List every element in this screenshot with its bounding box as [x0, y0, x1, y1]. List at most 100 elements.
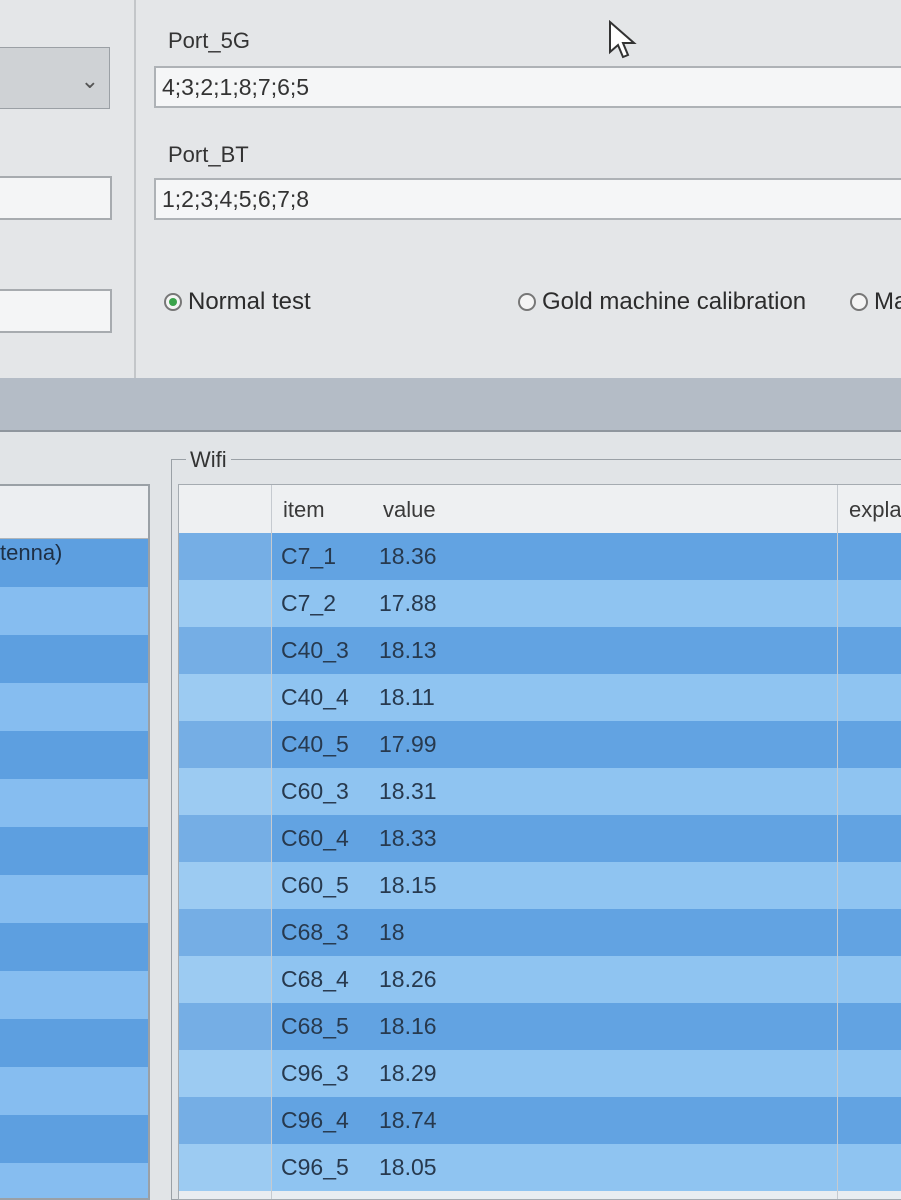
left-list-header: [0, 486, 148, 539]
cell-value: 18.36: [379, 543, 437, 569]
row-indicator-cell: [179, 627, 271, 674]
table-row[interactable]: C60_5 18.15: [179, 862, 901, 909]
cell-item: C40_4: [281, 684, 349, 710]
column-header-item[interactable]: item: [283, 497, 325, 523]
cell-item: C60_3: [281, 778, 349, 804]
cell-item: C7_1: [281, 543, 336, 569]
panel-divider: [134, 0, 136, 378]
table-row[interactable]: C68_5 18.16: [179, 1003, 901, 1050]
radio-unselected-icon[interactable]: [518, 293, 536, 311]
radio-gold-machine-calibration-label: Gold machine calibration: [542, 288, 807, 315]
cell-value: 18.16: [379, 1013, 437, 1039]
table-row[interactable]: C68_3 18: [179, 909, 901, 956]
row-indicator-cell: [179, 815, 271, 862]
table-row[interactable]: C60_4 18.33: [179, 815, 901, 862]
list-item[interactable]: [0, 1115, 148, 1163]
left-input-1[interactable]: [0, 176, 112, 220]
list-item[interactable]: [0, 827, 148, 875]
chevron-down-icon[interactable]: ⌄: [81, 68, 99, 94]
table-row[interactable]: C7_2 17.88: [179, 580, 901, 627]
list-item[interactable]: [0, 1019, 148, 1067]
row-indicator-cell: [179, 1097, 271, 1144]
list-item[interactable]: [0, 635, 148, 683]
table-row[interactable]: C40_4 18.11: [179, 674, 901, 721]
radio-ma-label: Ma: [874, 288, 901, 315]
cell-value: 18.33: [379, 825, 437, 851]
list-item[interactable]: [0, 731, 148, 779]
cell-value: 18.05: [379, 1154, 437, 1180]
list-item[interactable]: [0, 971, 148, 1019]
list-item[interactable]: [0, 587, 148, 635]
cell-value: 18.74: [379, 1107, 437, 1133]
table-row[interactable]: C40_5 17.99: [179, 721, 901, 768]
list-item[interactable]: [0, 875, 148, 923]
config-panel: ⌄ Port_5G 4;3;2;1;8;7;6;5 Port_BT 1;2;3;…: [0, 0, 901, 378]
radio-ma[interactable]: Ma: [850, 288, 901, 316]
list-item[interactable]: [0, 1067, 148, 1115]
cell-item: C96_5: [281, 1154, 349, 1180]
wifi-results-table[interactable]: item value expla C7_1 18.36 C7_2 17.88 C40_3…: [178, 484, 901, 1200]
cell-value: 18.26: [379, 966, 437, 992]
list-item[interactable]: [0, 923, 148, 971]
cell-item: C40_3: [281, 637, 349, 663]
table-row[interactable]: C96_4 18.74: [179, 1097, 901, 1144]
column-divider: [837, 485, 838, 1199]
column-divider: [271, 485, 272, 1199]
cell-value: 18: [379, 919, 405, 945]
cell-value: 18.15: [379, 872, 437, 898]
table-header: item value expla: [179, 485, 901, 534]
cell-value: 18.13: [379, 637, 437, 663]
table-row[interactable]: C60_3 18.31: [179, 768, 901, 815]
toolbar-band: [0, 378, 901, 430]
left-results-list[interactable]: [0, 484, 150, 1200]
radio-normal-test-label: Normal test: [188, 288, 311, 315]
wifi-group-title: Wifi: [186, 447, 231, 473]
port-bt-input[interactable]: 1;2;3;4;5;6;7;8: [154, 178, 901, 220]
row-indicator-cell: [179, 580, 271, 627]
cell-value: 18.29: [379, 1060, 437, 1086]
row-indicator-cell: [179, 768, 271, 815]
left-dropdown[interactable]: ⌄: [0, 47, 110, 109]
row-indicator-cell: [179, 674, 271, 721]
radio-gold-machine-calibration[interactable]: Gold machine calibration: [518, 288, 806, 316]
row-indicator-cell: [179, 1050, 271, 1097]
cell-item: C96_3: [281, 1060, 349, 1086]
list-item[interactable]: [0, 1163, 148, 1198]
table-row[interactable]: C96_3 18.29: [179, 1050, 901, 1097]
list-item[interactable]: [0, 779, 148, 827]
cell-item: C60_5: [281, 872, 349, 898]
cell-value: 18.31: [379, 778, 437, 804]
cell-value: 17.88: [379, 590, 437, 616]
row-indicator-cell: [179, 956, 271, 1003]
port-5g-label: Port_5G: [168, 28, 250, 53]
table-body: C7_1 18.36 C7_2 17.88 C40_3 18.13 C40_4 18.11 C4…: [179, 533, 901, 1191]
radio-selected-icon[interactable]: [164, 293, 182, 311]
radio-unselected-icon[interactable]: [850, 293, 868, 311]
radio-normal-test[interactable]: Normal test: [164, 288, 311, 316]
cell-item: C60_4: [281, 825, 349, 851]
left-input-2[interactable]: [0, 289, 112, 333]
table-row[interactable]: C40_3 18.13: [179, 627, 901, 674]
port-bt-label: Port_BT: [168, 142, 249, 167]
mouse-cursor-icon: [609, 20, 637, 59]
cell-item: C7_2: [281, 590, 336, 616]
list-item[interactable]: [0, 683, 148, 731]
cell-item: C68_4: [281, 966, 349, 992]
column-header-value[interactable]: value: [383, 497, 436, 523]
table-row[interactable]: C7_1 18.36: [179, 533, 901, 580]
row-indicator-cell: [179, 1144, 271, 1191]
cell-value: 18.11: [379, 684, 435, 710]
column-header-explain[interactable]: expla: [849, 497, 901, 523]
row-indicator-cell: [179, 862, 271, 909]
cell-item: C96_4: [281, 1107, 349, 1133]
cell-item: C68_5: [281, 1013, 349, 1039]
row-indicator-cell: [179, 909, 271, 956]
cell-item: C68_3: [281, 919, 349, 945]
table-row[interactable]: C68_4 18.26: [179, 956, 901, 1003]
table-row[interactable]: C96_5 18.05: [179, 1144, 901, 1191]
left-list-item-label: tenna): [0, 540, 63, 565]
row-indicator-cell: [179, 721, 271, 768]
port-5g-input[interactable]: 4;3;2;1;8;7;6;5: [154, 66, 901, 108]
row-indicator-cell: [179, 1003, 271, 1050]
row-indicator-cell: [179, 533, 271, 580]
